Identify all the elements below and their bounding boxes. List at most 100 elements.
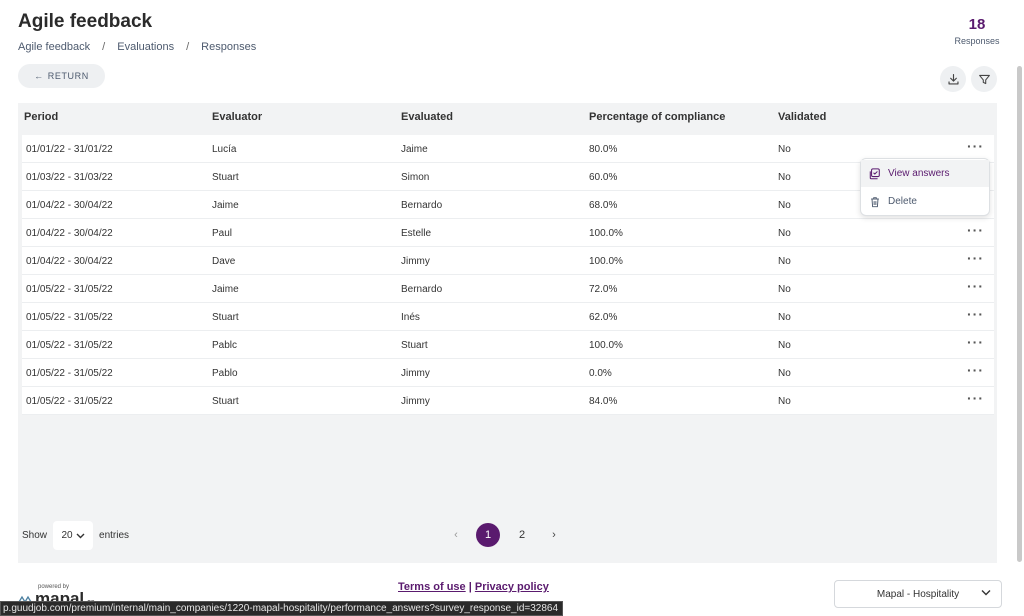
compliance-cell: 60.0% (589, 172, 618, 183)
compliance-cell: 80.0% (589, 144, 618, 155)
compliance-cell: 0.0% (589, 368, 612, 379)
column-header-evaluated[interactable]: Evaluated (401, 111, 453, 123)
period-cell: 01/05/22 - 31/05/22 (26, 340, 113, 351)
row-actions-icon[interactable]: ··· (967, 139, 984, 153)
table-row: 01/05/22 - 31/05/22 Stuart Inés 62.0% No ··· (22, 303, 994, 331)
evaluated-cell: Bernardo (401, 200, 443, 211)
evaluated-cell: Jimmy (401, 368, 430, 379)
table-row: 01/01/22 - 31/01/22 Lucía Jaime 80.0% No ··· (22, 135, 994, 163)
page-button-2[interactable]: 2 (510, 523, 534, 547)
filter-button[interactable] (971, 66, 997, 92)
period-cell: 01/05/22 - 31/05/22 (26, 312, 113, 323)
show-label: Show (22, 530, 48, 541)
table-row: 01/05/22 - 31/05/22 Jaime Bernardo 72.0% No ·… (22, 275, 994, 303)
view-answers-label: View answers (888, 168, 950, 179)
validated-cell: No (778, 284, 791, 295)
breadcrumb-separator: / (102, 41, 106, 53)
entries-value: 20 (61, 530, 73, 541)
column-header-validated[interactable]: Validated (778, 111, 826, 123)
compliance-cell: 84.0% (589, 396, 618, 407)
trash-icon (871, 196, 879, 207)
breadcrumb-separator: / (186, 41, 190, 53)
evaluator-cell: Stuart (212, 172, 239, 183)
evaluated-cell: Stuart (401, 340, 428, 351)
evaluator-cell: Jaime (212, 200, 239, 211)
previous-page-icon[interactable]: ‹ (446, 529, 466, 541)
evaluator-cell: Lucía (212, 144, 237, 155)
responses-counter: 18 Responses (947, 16, 1007, 46)
table-row: 01/04/22 - 30/04/22 Paul Estelle 100.0% No ··… (22, 219, 994, 247)
evaluator-cell: Dave (212, 256, 236, 267)
evaluated-cell: Jimmy (401, 256, 430, 267)
column-header-evaluator[interactable]: Evaluator (212, 111, 262, 123)
validated-cell: No (778, 368, 791, 379)
row-actions-icon[interactable]: ··· (967, 223, 984, 237)
row-actions-icon[interactable]: ··· (967, 279, 984, 293)
return-button[interactable]: ← RETURN (18, 64, 105, 88)
next-page-icon[interactable]: › (544, 529, 564, 541)
row-actions-icon[interactable]: ··· (967, 335, 984, 349)
breadcrumb-evaluations[interactable]: Evaluations (117, 41, 174, 53)
compliance-cell: 100.0% (589, 340, 623, 351)
compliance-cell: 68.0% (589, 200, 618, 211)
validated-cell: No (778, 144, 791, 155)
arrow-left-icon: ← (34, 71, 44, 81)
company-select-value: Mapal - Hospitality (876, 588, 960, 600)
filter-icon (978, 74, 990, 84)
evaluator-cell: Paul (212, 228, 233, 239)
compliance-cell: 100.0% (589, 228, 623, 239)
responses-page: Agile feedback Agile feedback / Evaluati… (0, 0, 1024, 616)
validated-cell: No (778, 312, 791, 323)
responses-count: 18 (968, 16, 986, 33)
evaluated-cell: Simon (401, 172, 430, 183)
row-actions-icon[interactable]: ··· (967, 251, 984, 265)
period-cell: 01/05/22 - 31/05/22 (26, 368, 113, 379)
evaluated-cell: Bernardo (401, 284, 443, 295)
row-actions-icon[interactable]: ··· (967, 391, 984, 405)
row-actions-icon[interactable]: ··· (967, 307, 984, 321)
download-icon (947, 73, 959, 85)
evaluator-cell: Jaime (212, 284, 239, 295)
row-actions-icon[interactable]: ··· (967, 363, 984, 377)
compliance-cell: 100.0% (589, 256, 623, 267)
company-select[interactable]: Mapal - Hospitality (834, 580, 1002, 608)
compliance-cell: 72.0% (589, 284, 618, 295)
page-scrollbar[interactable] (1017, 66, 1022, 562)
table-row: 01/04/22 - 30/04/22 Dave Jimmy 100.0% No ··· (22, 247, 994, 275)
row-context-menu: View answers Delete (860, 158, 990, 216)
evaluator-cell: Stuart (212, 396, 239, 407)
entries-label: entries (99, 530, 130, 541)
column-header-compliance[interactable]: Percentage of compliance (589, 111, 725, 123)
entries-select[interactable]: 20 (53, 521, 94, 550)
validated-cell: No (778, 256, 791, 267)
evaluated-cell: Estelle (401, 228, 432, 239)
period-cell: 01/04/22 - 30/04/22 (26, 228, 113, 239)
delete-label: Delete (888, 196, 917, 207)
table-body: 01/01/22 - 31/01/22 Lucía Jaime 80.0% No ··· 0… (22, 135, 994, 415)
terms-of-use-link[interactable]: Terms of use (398, 581, 466, 593)
privacy-policy-link[interactable]: Privacy policy (475, 581, 549, 593)
download-button[interactable] (940, 66, 966, 92)
footer-links: Terms of use | Privacy policy (398, 581, 549, 593)
footer-divider: | (468, 581, 472, 593)
breadcrumb-responses: Responses (201, 41, 257, 53)
return-button-label: RETURN (47, 71, 89, 81)
period-cell: 01/05/22 - 31/05/22 (26, 284, 113, 295)
page-title: Agile feedback (18, 11, 153, 32)
chevron-down-icon (981, 590, 991, 596)
responses-count-label: Responses (954, 36, 1000, 46)
validated-cell: No (778, 228, 791, 239)
evaluator-cell: Pablo (212, 368, 238, 379)
page-button-1[interactable]: 1 (476, 523, 500, 547)
column-header-period[interactable]: Period (24, 111, 58, 123)
breadcrumb: Agile feedback / Evaluations / Responses (18, 41, 256, 53)
period-cell: 01/01/22 - 31/01/22 (26, 144, 113, 155)
breadcrumb-agile-feedback[interactable]: Agile feedback (18, 41, 90, 53)
view-answers-menu-item[interactable]: View answers (861, 160, 989, 187)
period-cell: 01/05/22 - 31/05/22 (26, 396, 113, 407)
responses-table: Period Evaluator Evaluated Percentage of… (18, 103, 997, 563)
period-cell: 01/04/22 - 30/04/22 (26, 256, 113, 267)
period-cell: 01/04/22 - 30/04/22 (26, 200, 113, 211)
table-header: Period Evaluator Evaluated Percentage of… (18, 103, 997, 130)
delete-menu-item[interactable]: Delete (861, 188, 989, 215)
